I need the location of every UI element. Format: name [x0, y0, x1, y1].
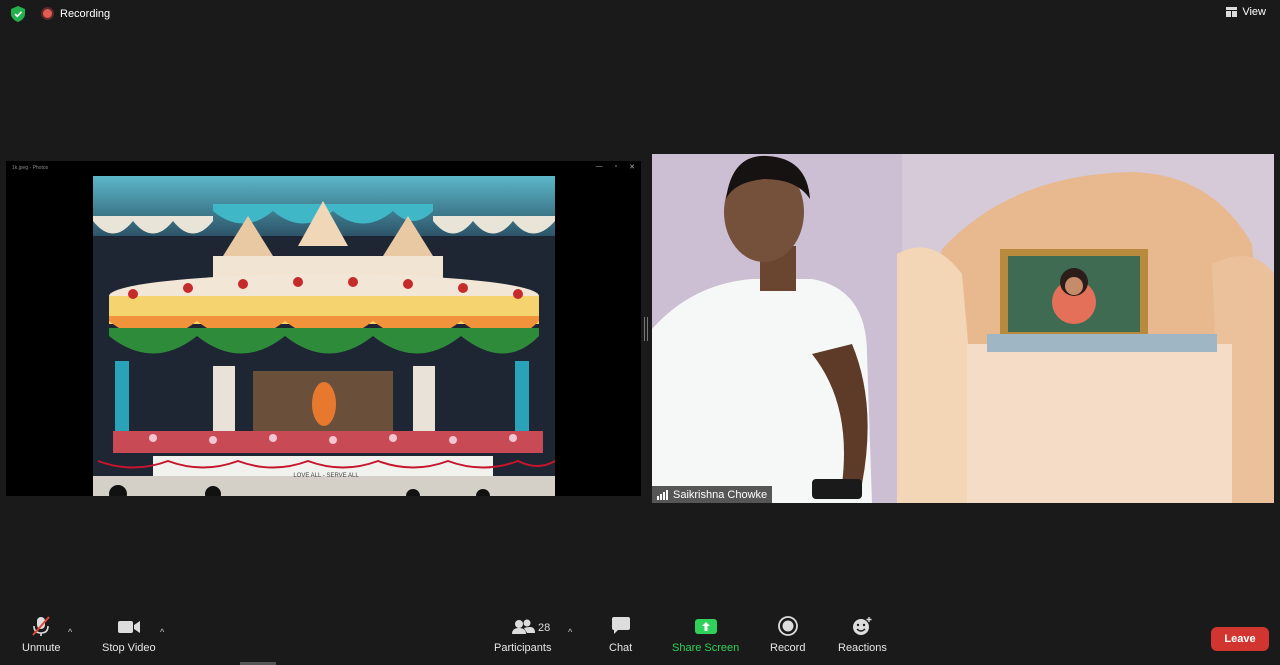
- audio-options-caret-icon[interactable]: ^: [68, 627, 72, 637]
- unmute-label: Unmute: [22, 642, 61, 654]
- participants-count: 28: [538, 622, 551, 634]
- unmute-button[interactable]: Unmute: [22, 615, 61, 654]
- security-shield-icon[interactable]: [11, 6, 25, 22]
- view-label: View: [1242, 6, 1266, 18]
- meeting-toolbar: Unmute ^ Stop Video ^ Participants 28 ^ …: [0, 615, 1280, 665]
- participants-label: Participants: [494, 642, 552, 654]
- leave-button[interactable]: Leave: [1211, 627, 1269, 651]
- stop-video-label: Stop Video: [102, 642, 156, 654]
- video-camera-icon: [117, 621, 140, 633]
- participant-name: Saikrishna Chowke: [673, 488, 768, 501]
- participant-video-image: [652, 154, 1274, 503]
- share-screen-icon: [694, 619, 717, 634]
- shared-window-title: 1k.jpeg - Photos: [12, 165, 49, 171]
- participant-name-tag: Saikrishna Chowke: [652, 486, 773, 503]
- recording-label: Recording: [60, 7, 111, 20]
- chat-bubble-icon: [611, 617, 630, 634]
- shared-window-buttons: — ▫ ✕: [596, 163, 635, 171]
- maximize-icon: ▫: [614, 163, 618, 170]
- shared-photo: LOVE ALL - SERVE ALL: [93, 176, 555, 496]
- temple-sign-text: LOVE ALL - SERVE ALL: [293, 473, 359, 479]
- recording-dot-icon: [41, 7, 54, 20]
- share-screen-button[interactable]: Share Screen: [672, 615, 739, 654]
- minimize-icon: —: [595, 163, 603, 170]
- recording-indicator[interactable]: Recording: [41, 7, 110, 20]
- video-options-caret-icon[interactable]: ^: [160, 627, 164, 637]
- view-button[interactable]: View: [1226, 6, 1266, 18]
- participants-button[interactable]: Participants: [494, 615, 551, 654]
- split-view-handle[interactable]: [644, 317, 648, 341]
- shared-screen[interactable]: 1k.jpeg - Photos — ▫ ✕ LOVE ALL - SERVE …: [6, 161, 641, 496]
- chat-label: Chat: [609, 642, 633, 654]
- reactions-button[interactable]: Reactions: [838, 615, 887, 654]
- record-button[interactable]: Record: [770, 615, 805, 654]
- participants-icon: [511, 619, 535, 634]
- muted-microphone-icon: [32, 616, 51, 636]
- stop-video-button[interactable]: Stop Video: [102, 615, 156, 654]
- participant-video-tile[interactable]: Saikrishna Chowke: [652, 154, 1274, 503]
- record-icon: [777, 616, 798, 636]
- record-label: Record: [770, 642, 806, 654]
- reactions-smiley-icon: [853, 617, 872, 635]
- participants-options-caret-icon[interactable]: ^: [568, 627, 572, 637]
- close-icon: ✕: [629, 164, 635, 171]
- share-screen-label: Share Screen: [672, 642, 740, 654]
- temple-altar-image: [93, 176, 555, 496]
- chat-button[interactable]: Chat: [609, 615, 632, 654]
- signal-strength-icon: [657, 489, 668, 500]
- grid-view-icon: [1226, 7, 1238, 17]
- reactions-label: Reactions: [838, 642, 887, 654]
